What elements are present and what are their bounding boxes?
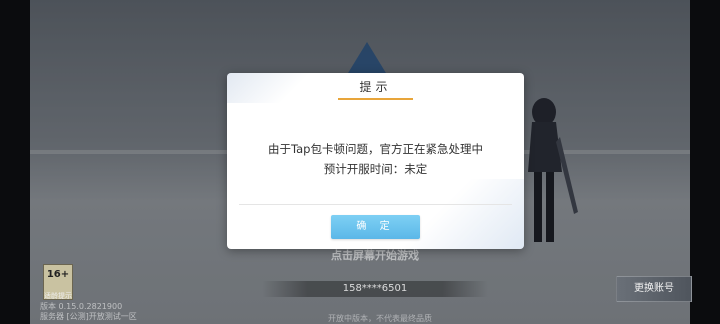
- dialog-decoration: [404, 179, 524, 249]
- dialog-title: 提示: [359, 80, 392, 94]
- dialog-title-underline: [338, 98, 413, 100]
- bottom-notice: 开放中版本，不代表最终品质: [328, 314, 432, 323]
- dialog-message-line: 预计开服时间：未定: [323, 162, 428, 176]
- account-phone: 158****6501: [342, 283, 408, 294]
- dialog-message-line: 由于Tap包卡顿问题，官方正在紧急处理中: [268, 142, 483, 156]
- dialog-message: 由于Tap包卡顿问题，官方正在紧急处理中 预计开服时间：未定: [227, 139, 524, 179]
- dialog-divider: [239, 204, 512, 205]
- server-text: 服务器 [公测]开放测试一区: [40, 312, 137, 321]
- confirm-button[interactable]: 确 定: [331, 215, 420, 239]
- left-letterbox: [0, 0, 30, 324]
- notice-dialog: 提示 由于Tap包卡顿问题，官方正在紧急处理中 预计开服时间：未定 确 定: [227, 73, 524, 249]
- version-text: 版本 0.15.0.2821900: [40, 302, 123, 311]
- game-login-screen[interactable]: 16+ 适龄提示 版本 0.15.0.2821900 服务器 [公测]开放测试一…: [0, 0, 720, 324]
- switch-account-button[interactable]: 更换账号: [616, 276, 692, 302]
- version-info: 版本 0.15.0.2821900 服务器 [公测]开放测试一区: [40, 302, 137, 322]
- tap-to-start-text: 点击屏幕开始游戏: [331, 249, 419, 262]
- age-tip-label: 适龄提示: [44, 292, 72, 300]
- right-letterbox: [690, 0, 720, 324]
